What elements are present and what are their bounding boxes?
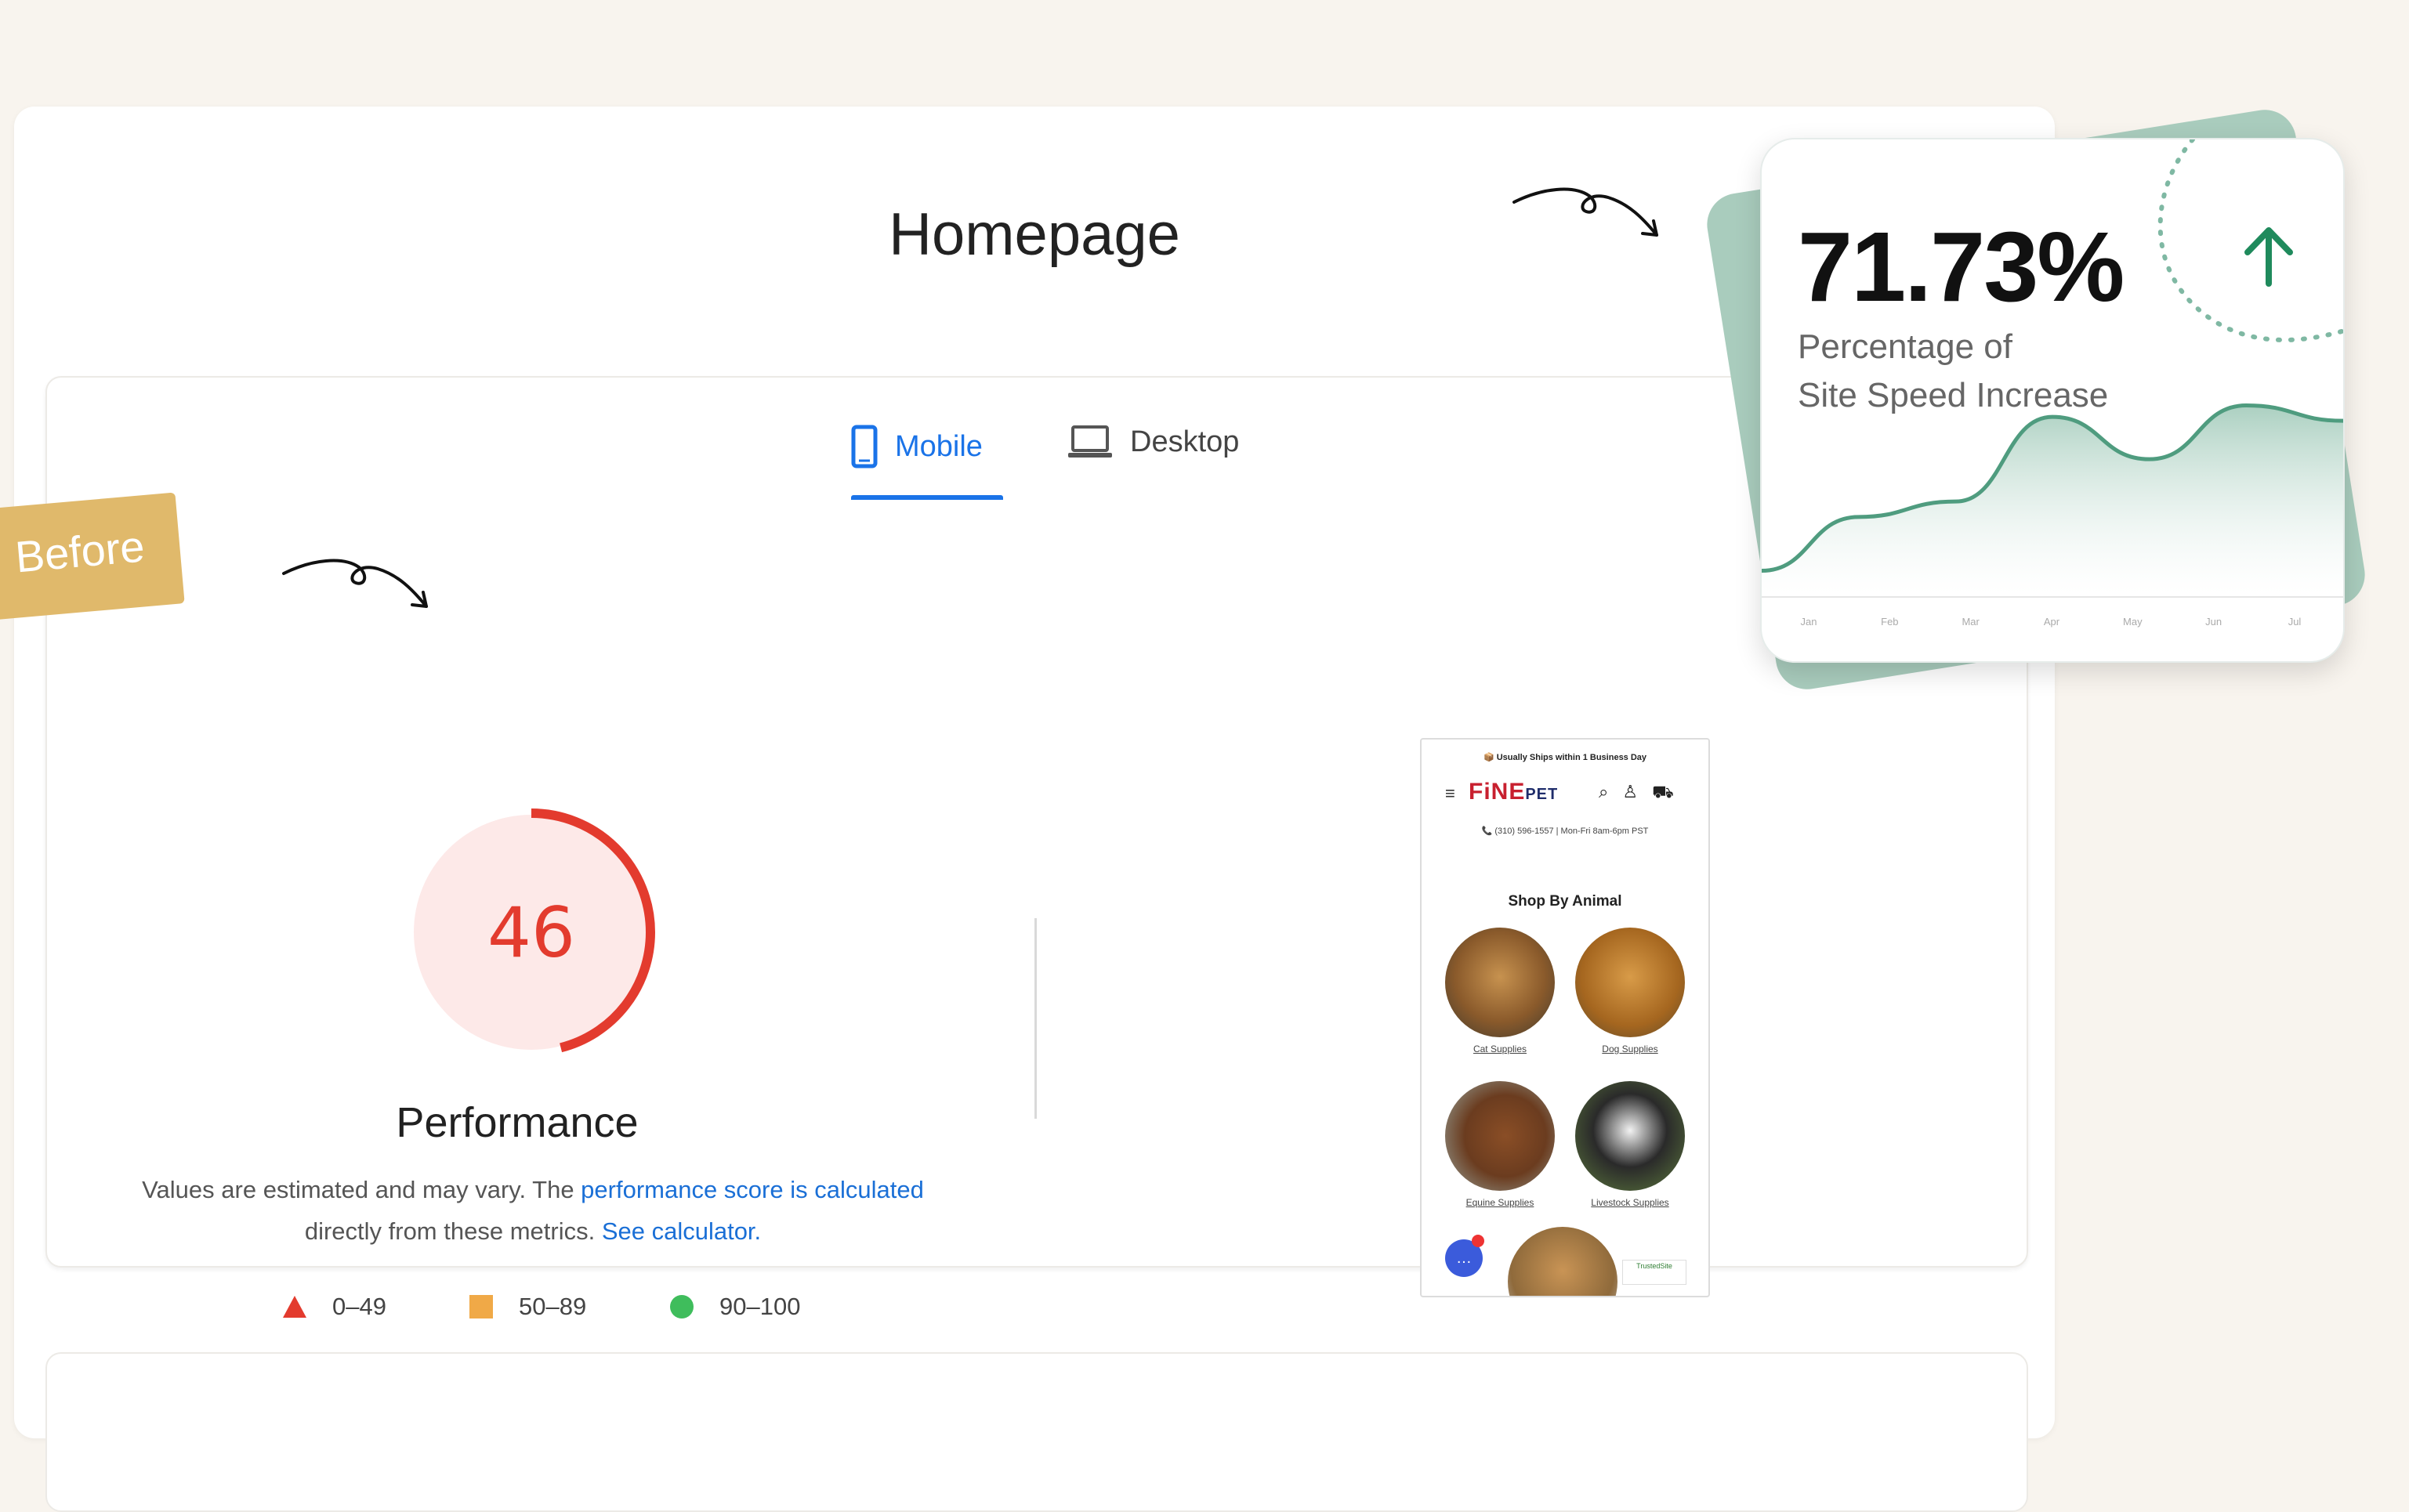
legend-pass-label: 90–100 bbox=[719, 1293, 801, 1320]
laptop-icon bbox=[1068, 425, 1112, 458]
animal-caption: Equine Supplies bbox=[1465, 1197, 1534, 1208]
performance-description: Values are estimated and may vary. The p… bbox=[110, 1169, 956, 1252]
score-calculated-link[interactable]: performance score is calculated bbox=[581, 1176, 924, 1203]
speed-label-line1: Percentage of bbox=[1798, 327, 2012, 366]
contact-line: 📞 (310) 596-1557 | Mon-Fri 8am-6pm PST bbox=[1481, 827, 1649, 836]
animal-card-dog: Dog Supplies bbox=[1575, 928, 1685, 1054]
chart-tick-label: Jun bbox=[2205, 616, 2222, 628]
tab-desktop[interactable]: Desktop bbox=[1067, 425, 1239, 459]
animal-caption: Dog Supplies bbox=[1602, 1044, 1658, 1054]
cat-image bbox=[1445, 928, 1555, 1037]
tab-desktop-label: Desktop bbox=[1130, 425, 1240, 458]
speed-trend-chart: Jan Feb Mar Apr May Jun Jul bbox=[1762, 403, 2343, 628]
logo-main: FiNE bbox=[1469, 779, 1526, 805]
animal-caption: Livestock Supplies bbox=[1591, 1197, 1669, 1208]
square-icon bbox=[469, 1295, 493, 1318]
shipping-banner: 📦 Usually Ships within 1 Business Day bbox=[1483, 753, 1647, 762]
notification-badge bbox=[1472, 1235, 1484, 1247]
dog-image bbox=[1575, 928, 1685, 1037]
active-tab-indicator bbox=[851, 495, 1003, 500]
legend-fail-label: 0–49 bbox=[332, 1293, 386, 1320]
see-calculator-link[interactable]: See calculator. bbox=[602, 1217, 761, 1245]
curly-arrow-icon bbox=[282, 559, 428, 608]
chart-tick-label: Jul bbox=[2288, 616, 2302, 628]
divider bbox=[1034, 918, 1037, 1119]
tab-mobile[interactable]: Mobile bbox=[851, 425, 983, 468]
legend-fail: 0–49 bbox=[282, 1293, 386, 1321]
animal-caption: Cat Supplies bbox=[1473, 1044, 1527, 1054]
second-panel bbox=[45, 1352, 2028, 1512]
animal-image bbox=[1508, 1227, 1617, 1296]
performance-label: Performance bbox=[396, 1099, 639, 1146]
cow-image bbox=[1575, 1081, 1685, 1191]
chart-tick-label: Apr bbox=[2044, 616, 2060, 628]
legend-average: 50–89 bbox=[469, 1293, 586, 1321]
chart-tick-label: Feb bbox=[1881, 616, 1898, 628]
animal-card-partial bbox=[1508, 1227, 1617, 1296]
before-label: Before bbox=[13, 521, 147, 582]
trusted-site-badge: TrustedSite bbox=[1622, 1260, 1686, 1285]
desc-text-1: Values are estimated and may vary. The bbox=[142, 1176, 581, 1203]
animal-card-cat: Cat Supplies bbox=[1445, 928, 1555, 1054]
speed-increase-card: 71.73% Percentage of Site Speed Increase… bbox=[1760, 138, 2345, 663]
cart-icon: ⛟ bbox=[1652, 782, 1674, 801]
chart-tick-label: May bbox=[2123, 616, 2143, 628]
circle-icon bbox=[670, 1295, 694, 1318]
animal-card-cow: Livestock Supplies bbox=[1575, 1081, 1685, 1208]
legend-pass: 90–100 bbox=[669, 1293, 800, 1321]
account-icon: ♙ bbox=[1622, 782, 1639, 801]
chart-tick-label: Jan bbox=[1801, 616, 1817, 628]
performance-gauge: 46 bbox=[398, 799, 665, 1065]
tab-mobile-label: Mobile bbox=[895, 429, 983, 463]
brand-logo: FiNEPET bbox=[1469, 779, 1558, 805]
triangle-icon bbox=[283, 1296, 306, 1318]
chart-tick-label: Mar bbox=[1962, 616, 1980, 628]
search-icon: ⌕ bbox=[1599, 782, 1609, 801]
header-icons: ⌕ ♙ ⛟ bbox=[1599, 782, 1674, 805]
shop-heading: Shop By Animal bbox=[1508, 893, 1622, 910]
speed-increase-value: 71.73% bbox=[1798, 212, 2125, 322]
animal-card-horse: Equine Supplies bbox=[1445, 1081, 1555, 1208]
curly-arrow-icon bbox=[1512, 187, 1658, 237]
performance-score: 46 bbox=[487, 892, 575, 973]
logo-sub: PET bbox=[1525, 786, 1559, 803]
hamburger-menu-icon: ≡ bbox=[1445, 783, 1455, 803]
horse-image bbox=[1445, 1081, 1555, 1191]
desc-text-2: directly from these metrics. bbox=[304, 1217, 602, 1245]
performance-panel: Mobile Desktop 46 Performance Values are… bbox=[45, 376, 2028, 1320]
legend-average-label: 50–89 bbox=[519, 1293, 587, 1320]
smartphone-icon bbox=[851, 425, 878, 468]
arrow-up-icon bbox=[2244, 227, 2293, 287]
mobile-screenshot-preview: 📦 Usually Ships within 1 Business Day ≡ … bbox=[1420, 738, 1710, 1297]
chart-area-fill bbox=[1762, 405, 2343, 594]
before-tag: Before bbox=[0, 492, 185, 622]
